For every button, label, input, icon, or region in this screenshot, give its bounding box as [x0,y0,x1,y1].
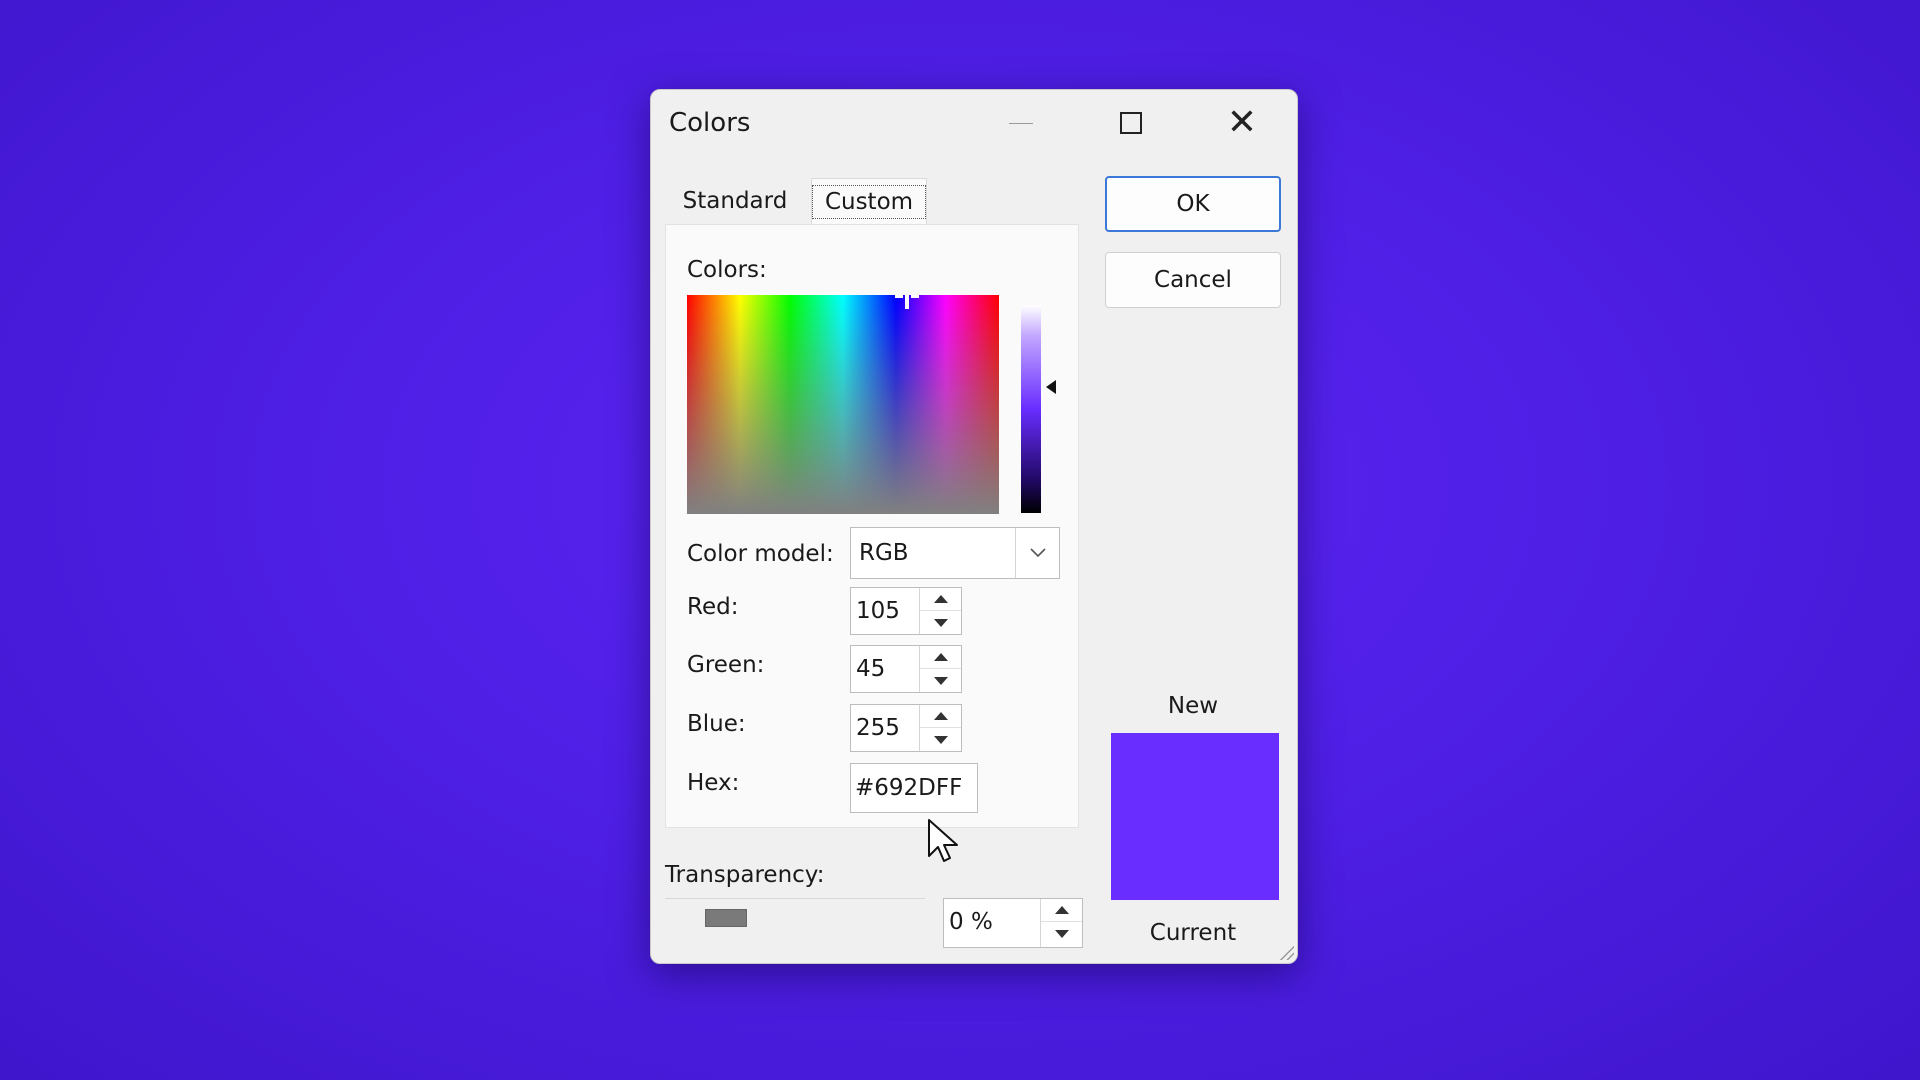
transparency-label: Transparency: [665,862,825,888]
minimize-icon[interactable] [993,100,1049,146]
color-spectrum[interactable] [687,295,999,514]
spectrum-crosshair [905,295,909,309]
transparency-slider-track[interactable] [665,898,925,899]
spin-up-icon[interactable] [920,646,961,669]
tab-standard[interactable]: Standard [669,178,801,224]
red-label: Red: [687,594,739,620]
colors-dialog: Colors ✕ Standard Custom Colors: Color m… [650,89,1298,964]
tab-custom[interactable]: Custom [811,178,927,224]
maximize-icon[interactable] [1103,100,1159,146]
color-model-select[interactable]: RGB [850,527,1060,579]
hex-value[interactable]: #692DFF [855,775,962,801]
spin-up-icon[interactable] [1041,899,1082,922]
spin-down-icon[interactable] [920,669,961,692]
spectrum-crosshair-right [911,295,919,298]
cancel-button[interactable]: Cancel [1105,252,1281,308]
close-icon[interactable]: ✕ [1214,100,1270,146]
dialog-title: Colors [669,108,751,138]
colors-label: Colors: [687,257,767,283]
tab-custom-label: Custom [811,184,927,219]
luminance-slider[interactable] [1021,305,1041,513]
title-bar[interactable]: Colors ✕ [651,90,1297,156]
hex-label: Hex: [687,770,740,796]
blue-value[interactable]: 255 [856,715,900,741]
color-preview-swatch [1111,733,1279,900]
red-spinbox[interactable]: 105 [850,587,962,635]
transparency-value[interactable]: 0 % [949,909,993,935]
color-model-label: Color model: [687,541,834,567]
red-value[interactable]: 105 [856,598,900,624]
spin-down-icon[interactable] [920,611,961,634]
spin-up-icon[interactable] [920,588,961,611]
green-label: Green: [687,652,765,678]
spectrum-crosshair-left [895,295,903,298]
spin-up-icon[interactable] [920,705,961,728]
chevron-down-icon[interactable] [1015,528,1059,578]
current-color-label: Current [1149,920,1237,946]
transparency-spinbox[interactable]: 0 % [943,898,1083,948]
hex-input[interactable]: #692DFF [850,763,978,813]
mouse-pointer-icon [927,818,961,868]
spin-down-icon[interactable] [1041,922,1082,945]
blue-label: Blue: [687,711,746,737]
transparency-slider-thumb[interactable] [705,909,747,927]
color-model-value: RGB [859,540,909,566]
luminance-arrow-icon[interactable] [1046,380,1056,394]
green-spinbox[interactable]: 45 [850,645,962,693]
ok-button[interactable]: OK [1105,176,1281,232]
spin-down-icon[interactable] [920,728,961,751]
green-value[interactable]: 45 [856,656,885,682]
new-color-label: New [1167,693,1219,719]
blue-spinbox[interactable]: 255 [850,704,962,752]
resize-grip[interactable] [1278,944,1294,960]
